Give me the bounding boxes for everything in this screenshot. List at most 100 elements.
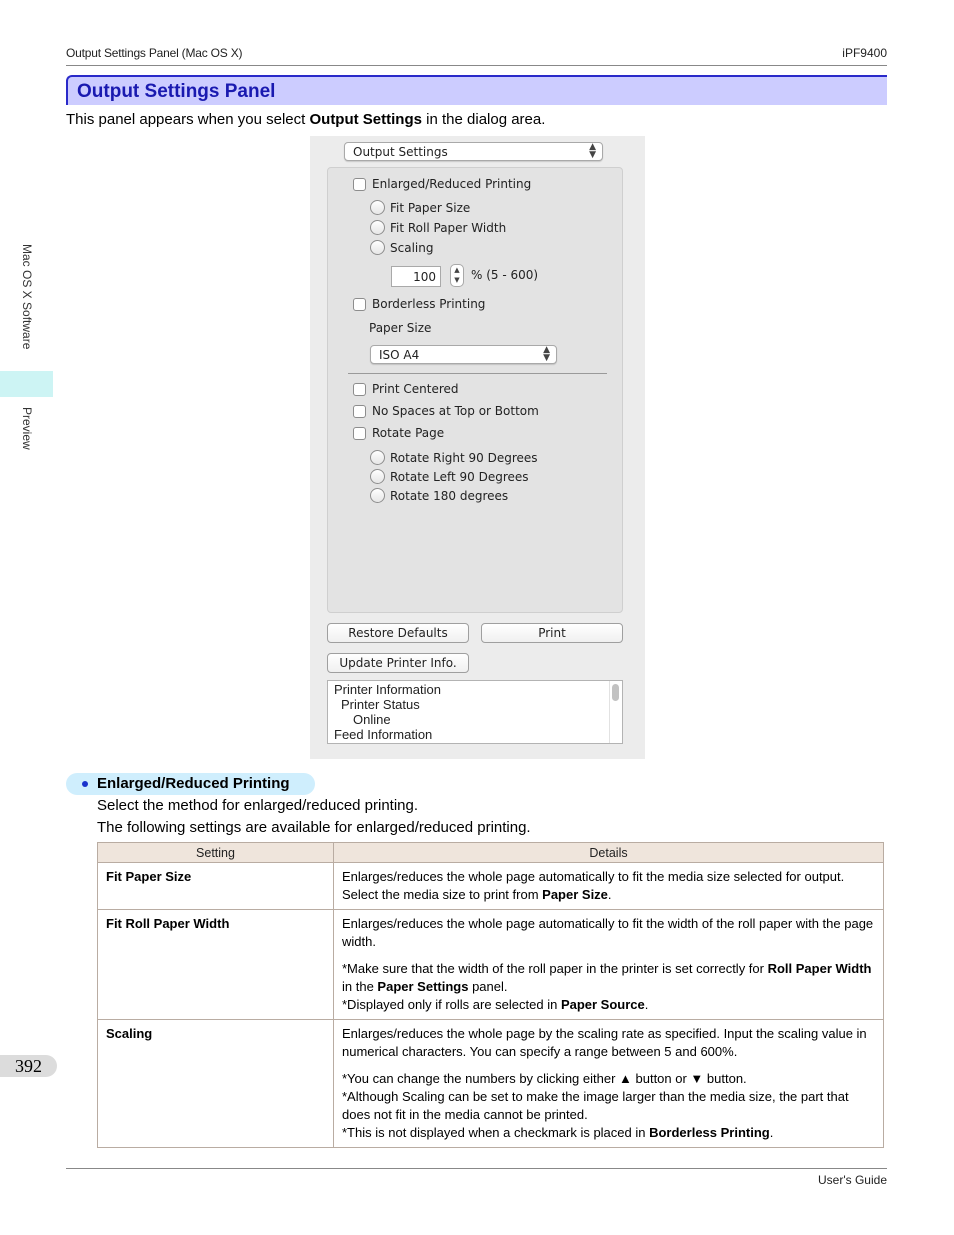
update-printer-info-button[interactable]: Update Printer Info. — [327, 653, 469, 673]
panel-popup-label: Output Settings — [353, 145, 448, 159]
detail-text: Enlarges/reduces the whole page by the s… — [342, 1026, 867, 1059]
setting-details: Enlarges/reduces the whole page automati… — [333, 862, 884, 910]
bullet-icon — [82, 781, 88, 787]
group-divider — [348, 373, 607, 374]
detail-text: . — [607, 887, 612, 902]
checkbox-icon[interactable] — [353, 404, 366, 418]
rotate-page-label: Rotate Page — [372, 426, 445, 440]
detail-text: . — [644, 997, 649, 1012]
info-line: Printer Information — [334, 682, 441, 697]
scaling-value: 100 — [413, 270, 436, 284]
detail-bold: Paper Size — [542, 887, 608, 902]
scaling-input[interactable]: 100 — [391, 266, 441, 287]
side-tab-section[interactable]: Preview — [20, 407, 34, 450]
header-rule — [66, 65, 887, 66]
subsection-line-2: The following settings are available for… — [97, 819, 531, 836]
radio-fit-roll-paper-width[interactable]: Fit Roll Paper Width — [370, 220, 506, 235]
printer-info-list[interactable]: Printer Information Printer Status Onlin… — [327, 680, 623, 744]
side-tab-marker — [0, 371, 53, 397]
radio-rotate-left-90[interactable]: Rotate Left 90 Degrees — [370, 469, 529, 484]
intro-before: This panel appears when you select — [66, 111, 310, 128]
radio-fit-paper-size[interactable]: Fit Paper Size — [370, 200, 470, 215]
panel-popup[interactable]: Output Settings ▲ ▼ — [344, 142, 603, 161]
side-tab-chapter[interactable]: Mac OS X Software — [20, 244, 34, 349]
restore-defaults-button[interactable]: Restore Defaults — [327, 623, 469, 643]
table-row: Scaling Enlarges/reduces the whole page … — [97, 1019, 884, 1148]
info-line: Online — [353, 712, 391, 727]
checkbox-icon[interactable] — [353, 177, 366, 191]
borderless-label: Borderless Printing — [372, 297, 486, 311]
radio-label: Fit Paper Size — [390, 200, 471, 215]
print-centered-label: Print Centered — [372, 382, 459, 396]
detail-bold: Paper Settings — [377, 979, 469, 994]
header-setting: Setting — [97, 842, 334, 863]
radio-icon[interactable] — [370, 488, 385, 503]
radio-label: Scaling — [390, 240, 434, 255]
table-header-row: Setting Details — [97, 842, 884, 863]
detail-bold: Paper Source — [560, 997, 645, 1012]
detail-text: *Displayed only if rolls are selected in — [342, 997, 561, 1012]
radio-rotate-180[interactable]: Rotate 180 degrees — [370, 488, 508, 503]
setting-name: Fit Roll Paper Width — [97, 909, 334, 1020]
popup-arrows-icon: ▲ ▼ — [543, 345, 550, 363]
footer-guide: User's Guide — [818, 1173, 887, 1187]
checkbox-icon[interactable] — [353, 426, 366, 440]
setting-details: Enlarges/reduces the whole page automati… — [333, 909, 884, 1020]
running-header-model: iPF9400 — [842, 46, 887, 60]
table-row: Fit Roll Paper Width Enlarges/reduces th… — [97, 909, 884, 1020]
radio-label: Rotate 180 degrees — [390, 488, 509, 503]
radio-label: Rotate Right 90 Degrees — [390, 450, 538, 465]
intro-after: in the dialog area. — [421, 111, 546, 128]
borderless-checkbox-row[interactable]: Borderless Printing — [353, 297, 485, 311]
scrollbar[interactable] — [609, 681, 622, 743]
radio-icon[interactable] — [370, 200, 385, 215]
radio-icon[interactable] — [370, 220, 385, 235]
scaling-stepper[interactable]: ▲ ▼ — [450, 264, 464, 287]
intro-bold: Output Settings — [309, 111, 422, 128]
detail-text: *You can change the numbers by clicking … — [342, 1071, 747, 1086]
detail-text: *Although Scaling can be set to make the… — [342, 1089, 849, 1122]
print-centered-checkbox-row[interactable]: Print Centered — [353, 382, 459, 396]
footer-rule — [66, 1168, 887, 1169]
scaling-range-label: % (5 - 600) — [471, 268, 539, 282]
settings-table: Setting Details Fit Paper Size Enlarges/… — [97, 842, 884, 1148]
detail-text: . — [769, 1125, 774, 1140]
enlarged-reduced-checkbox-row[interactable]: Enlarged/Reduced Printing — [353, 177, 531, 191]
detail-text: *Make sure that the width of the roll pa… — [342, 961, 768, 976]
running-header-section: Output Settings Panel (Mac OS X) — [66, 46, 243, 60]
setting-name: Scaling — [97, 1019, 334, 1148]
detail-text: panel. — [468, 979, 508, 994]
subsection-line-1: Select the method for enlarged/reduced p… — [97, 797, 419, 814]
paper-size-label: Paper Size — [369, 321, 432, 335]
radio-label: Fit Roll Paper Width — [390, 220, 507, 235]
radio-icon[interactable] — [370, 240, 385, 255]
checkbox-icon[interactable] — [353, 382, 366, 396]
scroll-thumb[interactable] — [612, 684, 619, 701]
detail-bold: Borderless Printing — [649, 1125, 770, 1140]
output-settings-dialog: Output Settings ▲ ▼ Enlarged/Reduced Prin… — [310, 136, 645, 759]
enlarged-reduced-label: Enlarged/Reduced Printing — [372, 177, 532, 191]
table-row: Fit Paper Size Enlarges/reduces the whol… — [97, 862, 884, 910]
no-spaces-checkbox-row[interactable]: No Spaces at Top or Bottom — [353, 404, 539, 418]
paper-size-popup[interactable]: ISO A4 ▲ ▼ — [370, 345, 557, 364]
subsection-heading: Enlarged/Reduced Printing — [66, 773, 315, 795]
no-spaces-label: No Spaces at Top or Bottom — [372, 404, 539, 418]
rotate-page-checkbox-row[interactable]: Rotate Page — [353, 426, 444, 440]
popup-arrows-icon: ▲ ▼ — [589, 142, 596, 160]
page-number: 392 — [0, 1055, 57, 1077]
print-button[interactable]: Print — [481, 623, 623, 643]
radio-scaling[interactable]: Scaling — [370, 240, 433, 255]
settings-group: Enlarged/Reduced Printing Fit Paper Size… — [327, 167, 623, 613]
radio-icon[interactable] — [370, 469, 385, 484]
radio-icon[interactable] — [370, 450, 385, 465]
checkbox-icon[interactable] — [353, 297, 366, 311]
header-details: Details — [333, 842, 884, 863]
info-line: Feed Information — [334, 727, 433, 742]
intro-text: This panel appears when you select Outpu… — [66, 111, 545, 128]
radio-rotate-right-90[interactable]: Rotate Right 90 Degrees — [370, 450, 538, 465]
detail-text: *This is not displayed when a checkmark … — [342, 1125, 650, 1140]
paper-size-value: ISO A4 — [379, 348, 420, 362]
page-title-bar: Output Settings Panel — [66, 75, 887, 105]
info-line: Printer Status — [341, 697, 420, 712]
detail-text: in the — [342, 979, 378, 994]
